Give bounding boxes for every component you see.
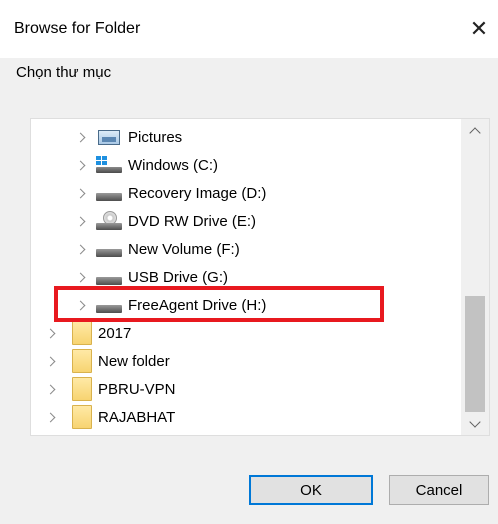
chevron-right-icon[interactable] — [76, 188, 86, 198]
tree-item-pictures[interactable]: Pictures — [76, 123, 182, 151]
folder-icon — [72, 377, 92, 401]
tree-item-label: RAJABHAT — [98, 408, 176, 426]
tree-item-dvd-e[interactable]: DVD RW Drive (E:) — [76, 207, 256, 235]
drive-icon — [96, 193, 122, 201]
chevron-right-icon[interactable] — [46, 356, 56, 366]
scroll-down-button[interactable] — [461, 413, 489, 435]
tree-item-label: Pictures — [128, 128, 183, 146]
dvd-drive-icon — [96, 211, 122, 231]
close-icon: ✕ — [469, 16, 489, 41]
folder-tree[interactable]: Pictures Windows (C:) Recovery Image (D:… — [30, 118, 490, 436]
vertical-scrollbar[interactable] — [461, 119, 489, 435]
tree-item-rajabhat[interactable]: RAJABHAT — [46, 403, 175, 431]
folder-icon — [72, 405, 92, 429]
tree-item-label: FreeAgent Drive (H:) — [128, 296, 267, 314]
chevron-right-icon[interactable] — [46, 412, 56, 422]
close-button[interactable]: ✕ — [464, 12, 494, 46]
drive-icon — [96, 249, 122, 257]
drive-icon — [96, 305, 122, 313]
scrollbar-thumb[interactable] — [465, 296, 485, 412]
cancel-button[interactable]: Cancel — [389, 475, 489, 505]
tree-item-new-volume-f[interactable]: New Volume (F:) — [76, 235, 240, 263]
tree-item-new-folder[interactable]: New folder — [46, 347, 170, 375]
chevron-right-icon[interactable] — [76, 132, 86, 142]
tree-item-label: Recovery Image (D:) — [128, 184, 267, 202]
instruction-text: Chọn thư mục — [16, 64, 112, 81]
tree-item-label: PBRU-VPN — [98, 380, 176, 398]
folder-icon — [72, 349, 92, 373]
chevron-right-icon[interactable] — [46, 328, 56, 338]
dialog-title: Browse for Folder — [14, 20, 141, 37]
chevron-up-icon — [469, 126, 481, 139]
windows-drive-icon — [96, 156, 122, 174]
chevron-right-icon[interactable] — [76, 300, 86, 310]
chevron-down-icon — [469, 415, 481, 428]
chevron-right-icon[interactable] — [76, 244, 86, 254]
tree-item-recovery-d[interactable]: Recovery Image (D:) — [76, 179, 266, 207]
ok-button[interactable]: OK — [249, 475, 373, 505]
tree-item-windows-c[interactable]: Windows (C:) — [76, 151, 218, 179]
tree-item-label: 2017 — [98, 324, 132, 342]
scroll-up-button[interactable] — [461, 119, 489, 141]
tree-item-usb-g[interactable]: USB Drive (G:) — [76, 263, 228, 291]
browse-for-folder-dialog: Browse for Folder ✕ Chọn thư mục Picture… — [0, 0, 498, 524]
tree-item-2017[interactable]: 2017 — [46, 319, 131, 347]
folder-icon — [72, 321, 92, 345]
tree-item-freeagent-h[interactable]: FreeAgent Drive (H:) — [76, 291, 266, 319]
chevron-right-icon[interactable] — [76, 216, 86, 226]
tree-item-label: USB Drive (G:) — [128, 268, 229, 286]
tree-item-label: DVD RW Drive (E:) — [128, 212, 257, 230]
chevron-right-icon[interactable] — [76, 272, 86, 282]
chevron-right-icon[interactable] — [76, 160, 86, 170]
drive-icon — [96, 277, 122, 285]
tree-item-label: Windows (C:) — [128, 156, 219, 174]
tree-item-label: New Volume (F:) — [128, 240, 240, 258]
title-bar: Browse for Folder ✕ — [0, 0, 498, 58]
chevron-right-icon[interactable] — [46, 384, 56, 394]
tree-item-pbru-vpn[interactable]: PBRU-VPN — [46, 375, 176, 403]
pictures-icon — [98, 129, 120, 145]
tree-item-label: New folder — [98, 352, 170, 370]
